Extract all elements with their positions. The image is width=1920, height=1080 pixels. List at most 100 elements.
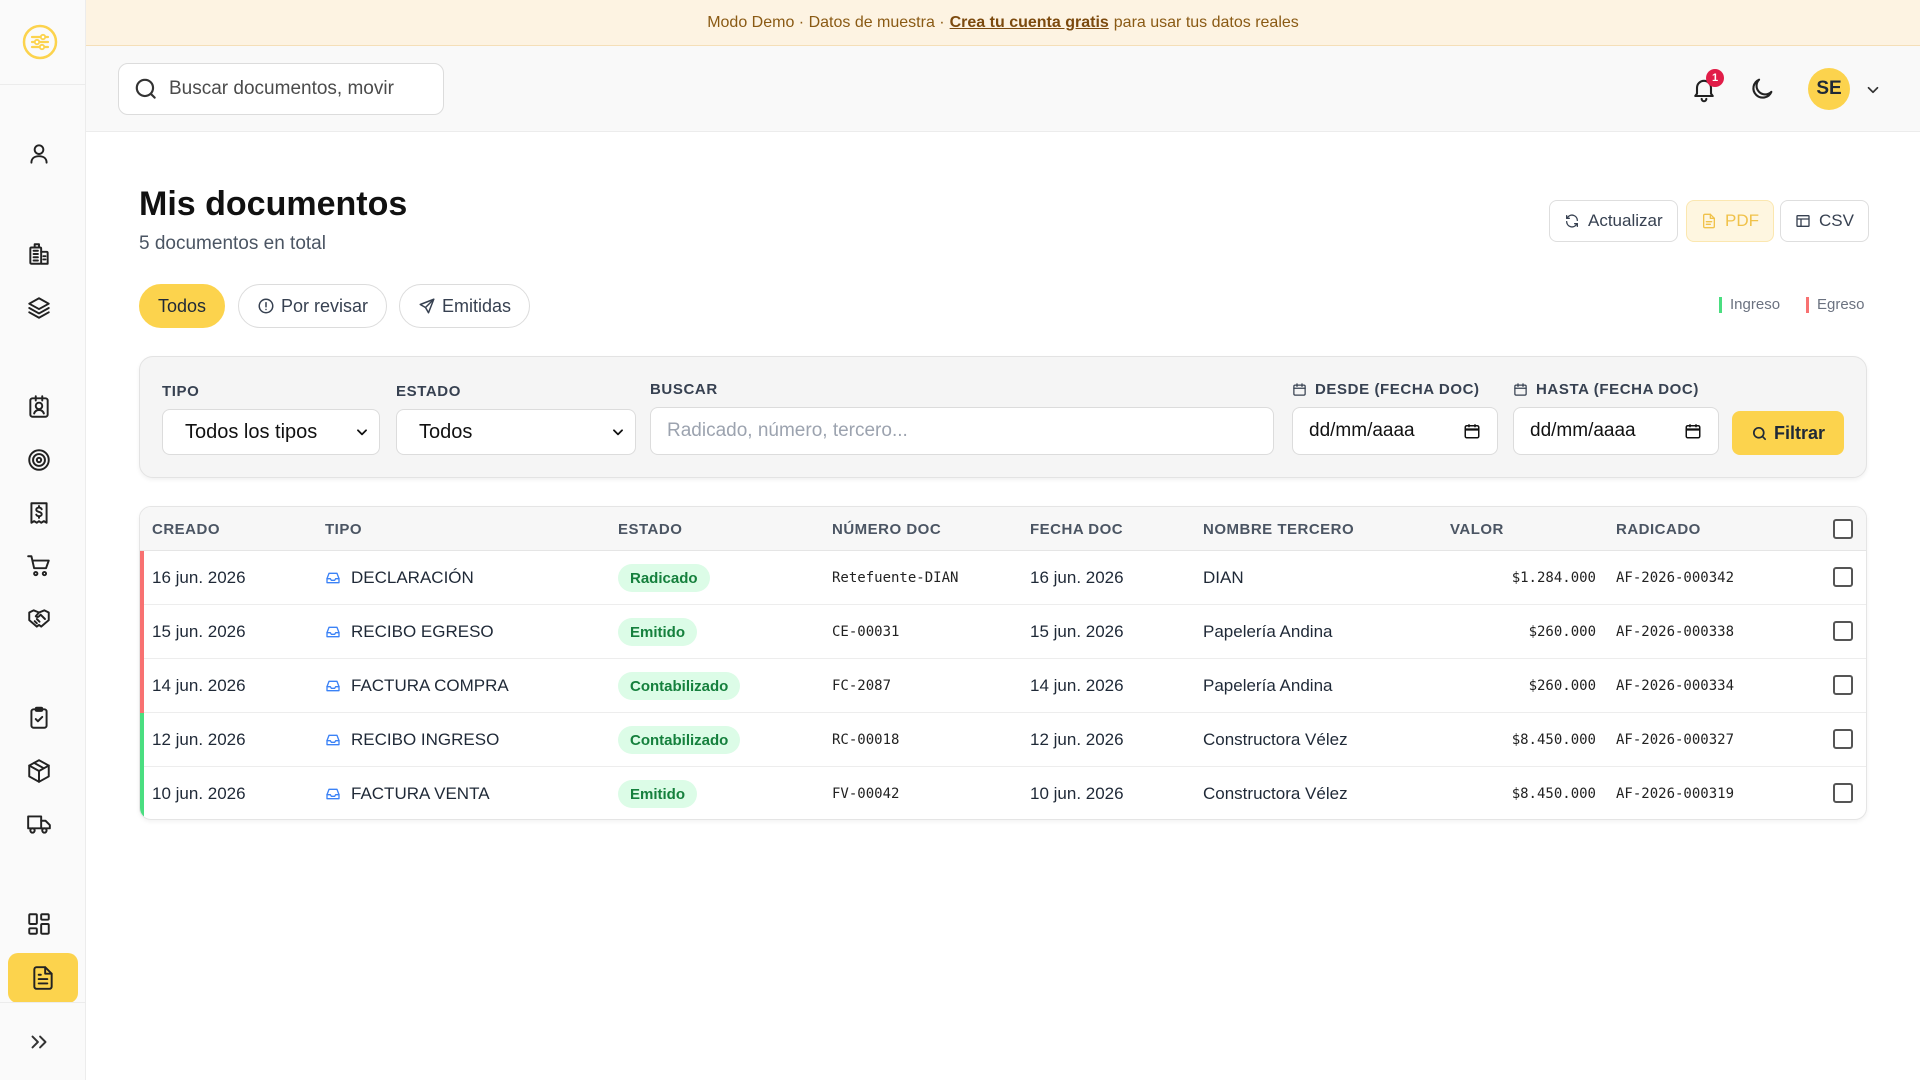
filter-panel: TIPO Todos los tipos ESTADO Todos BUSCAR…: [139, 356, 1867, 478]
row-checkbox[interactable]: [1833, 621, 1853, 641]
expand-icon: [31, 1035, 47, 1049]
sidebar-item-billing[interactable]: [16, 490, 62, 536]
status-filter-select[interactable]: Todos: [396, 409, 636, 455]
sidebar-item-purchases[interactable]: [16, 543, 62, 589]
header-doc-number[interactable]: NÚMERO DOC: [832, 521, 941, 538]
sidebar-item-user[interactable]: [16, 131, 62, 177]
value-cell: $1.284.000: [1511, 570, 1596, 586]
dashboard-icon: [28, 913, 50, 935]
table-row[interactable]: 14 jun. 2026 FACTURA COMPRA Contabilizado F…: [140, 659, 1866, 713]
refresh-label: Actualizar: [1588, 211, 1663, 230]
status-badge: Emitido: [618, 780, 697, 808]
header-type[interactable]: TIPO: [325, 521, 362, 538]
file-icon: [1703, 213, 1715, 229]
third-party-cell: Constructora Vélez: [1203, 730, 1348, 749]
logo-icon[interactable]: [22, 24, 58, 60]
value-cell: $8.450.000: [1511, 786, 1596, 802]
tab-to-review[interactable]: Por revisar: [238, 284, 388, 328]
sidebar-item-dashboard[interactable]: [16, 901, 62, 947]
inbox-icon: [326, 680, 340, 692]
sidebar-item-inventory[interactable]: [16, 748, 62, 794]
table-row[interactable]: 10 jun. 2026 FACTURA VENTA Emitido FV-00042…: [140, 767, 1866, 819]
create-account-link[interactable]: Crea tu cuenta gratis: [950, 14, 1109, 32]
sidebar-item-contacts[interactable]: [16, 384, 62, 430]
third-party-cell: DIAN: [1203, 568, 1244, 587]
to-date-input[interactable]: dd/mm/aaaa: [1513, 407, 1719, 455]
type-cell: FACTURA COMPRA: [325, 676, 509, 696]
tab-all[interactable]: Todos: [139, 284, 226, 328]
flow-indicator: [140, 713, 144, 767]
status-badge: Contabilizado: [618, 672, 741, 700]
theme-toggle-button[interactable]: [1746, 73, 1778, 105]
user-avatar[interactable]: SE: [1808, 68, 1850, 110]
header-third-party[interactable]: NOMBRE TERCERO: [1203, 521, 1354, 538]
moon-icon: [1752, 78, 1773, 99]
filter-button[interactable]: Filtrar: [1732, 411, 1844, 455]
refresh-button[interactable]: Actualizar: [1549, 200, 1678, 242]
filed-cell: AF-2026-000334: [1616, 678, 1735, 694]
row-checkbox[interactable]: [1833, 783, 1853, 803]
row-checkbox[interactable]: [1833, 567, 1853, 587]
sidebar-expand-button[interactable]: [16, 1019, 62, 1065]
export-pdf-button[interactable]: PDF: [1686, 200, 1774, 242]
type-label: DECLARACIÓN: [351, 568, 474, 587]
legend-expense: Egreso: [1806, 296, 1865, 313]
created-cell: 12 jun. 2026: [152, 730, 246, 749]
to-date-value: dd/mm/aaaa: [1530, 420, 1636, 441]
sidebar-item-documents[interactable]: [8, 953, 78, 1003]
value-cell: $260.000: [1528, 678, 1596, 694]
from-date-input[interactable]: dd/mm/aaaa: [1292, 407, 1498, 455]
chevron-down-icon[interactable]: [1864, 81, 1882, 99]
status-badge: Contabilizado: [618, 726, 741, 754]
sidebar-item-layers[interactable]: [16, 285, 62, 331]
table-row[interactable]: 12 jun. 2026 RECIBO INGRESO Contabilizado R…: [140, 713, 1866, 767]
invoice-dollar-icon: [30, 502, 48, 524]
doc-date-cell: 10 jun. 2026: [1030, 784, 1124, 803]
header-value[interactable]: VALOR: [1450, 521, 1504, 538]
tab-to-review-label: Por revisar: [281, 295, 369, 316]
legend-expense-swatch: [1806, 296, 1809, 313]
filed-cell: AF-2026-000327: [1616, 732, 1735, 748]
target-icon: [28, 449, 50, 471]
filed-cell: AF-2026-000319: [1616, 786, 1735, 802]
flow-indicator: [140, 659, 144, 713]
header-status[interactable]: ESTADO: [618, 521, 682, 538]
inbox-icon: [326, 788, 340, 800]
third-party-cell: Papelería Andina: [1203, 676, 1333, 695]
header-filed[interactable]: RADICADO: [1616, 521, 1701, 538]
export-csv-button[interactable]: CSV: [1780, 200, 1869, 242]
type-label: FACTURA COMPRA: [351, 676, 509, 695]
doc-date-cell: 15 jun. 2026: [1030, 622, 1124, 641]
sidebar-item-tasks[interactable]: [16, 695, 62, 741]
table-row[interactable]: 16 jun. 2026 DECLARACIÓN Radicado Retefuent…: [140, 551, 1866, 605]
sidebar-item-agreements[interactable]: [16, 596, 62, 642]
type-filter-select[interactable]: Todos los tipos: [162, 409, 380, 455]
header-doc-date[interactable]: FECHA DOC: [1030, 521, 1123, 538]
sidebar-item-shipping[interactable]: [16, 801, 62, 847]
sidebar-item-companies[interactable]: [16, 231, 62, 277]
contacts-icon: [29, 395, 49, 418]
search-filter-input[interactable]: Radicado, número, tercero...: [650, 407, 1274, 455]
global-search-input[interactable]: [169, 78, 409, 100]
value-cell: $260.000: [1528, 624, 1596, 640]
global-search[interactable]: [118, 63, 444, 115]
row-checkbox[interactable]: [1833, 675, 1853, 695]
tab-issued[interactable]: Emitidas: [399, 284, 531, 328]
flow-indicator: [140, 767, 144, 819]
doc-date-cell: 12 jun. 2026: [1030, 730, 1124, 749]
type-label: RECIBO EGRESO: [351, 622, 494, 641]
calendar-icon: [1293, 383, 1306, 396]
doc-number-cell: Retefuente-DIAN: [832, 570, 959, 586]
header-created[interactable]: CREADO: [152, 521, 220, 538]
notifications-button[interactable]: 1: [1688, 69, 1724, 105]
legend-income-swatch: [1719, 296, 1722, 313]
doc-number-cell: FV-00042: [832, 786, 900, 802]
select-all-checkbox[interactable]: [1833, 519, 1853, 539]
table-row[interactable]: 15 jun. 2026 RECIBO EGRESO Emitido CE-00031…: [140, 605, 1866, 659]
created-cell: 10 jun. 2026: [152, 784, 246, 803]
calendar-icon: [1514, 383, 1527, 396]
chevron-down-icon: [613, 429, 623, 436]
sidebar-item-goals[interactable]: [16, 437, 62, 483]
type-label: RECIBO INGRESO: [351, 730, 500, 749]
row-checkbox[interactable]: [1833, 729, 1853, 749]
